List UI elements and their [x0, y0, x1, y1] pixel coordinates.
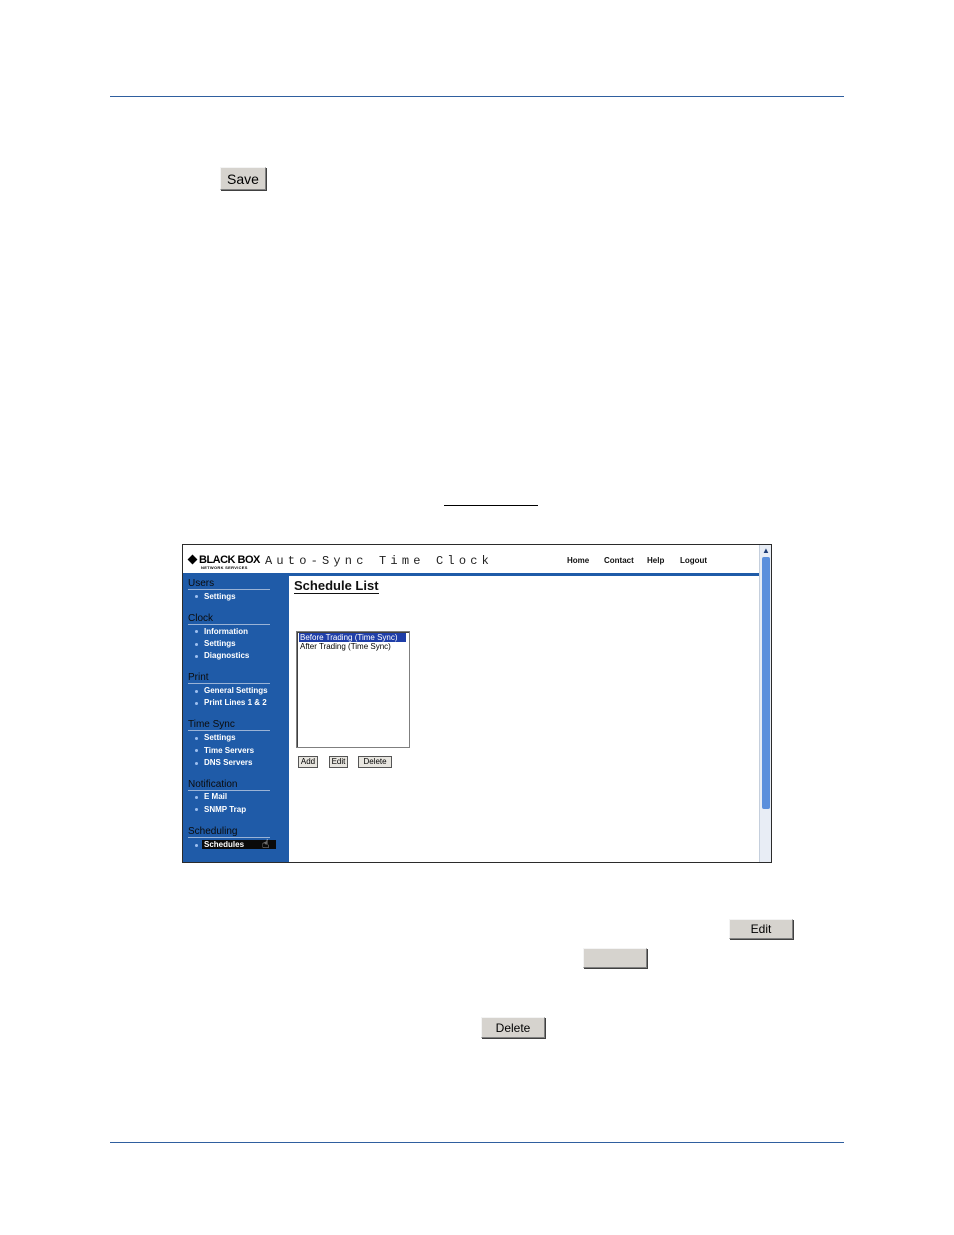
bullet-icon [195, 690, 198, 693]
logo-diamond-icon [187, 554, 198, 565]
sidebar: Users Settings Clock Information Setting… [183, 576, 289, 862]
app-screenshot: BLACK BOX NETWORK SERVICES Auto-Sync Tim… [182, 544, 772, 863]
nav-home[interactable]: Home [567, 556, 589, 565]
list-item[interactable]: After Trading (Time Sync) [299, 642, 406, 651]
bullet-icon [195, 808, 198, 811]
section-timesync: Time Sync [188, 720, 270, 731]
page-title: Schedule List [294, 578, 379, 594]
bullet-icon [195, 749, 198, 752]
app-header: BLACK BOX NETWORK SERVICES Auto-Sync Tim… [183, 545, 759, 576]
blank-button[interactable] [583, 948, 647, 968]
sidebar-item-clock-settings[interactable]: Settings [204, 639, 236, 648]
hand-cursor-icon: ☝ [262, 837, 270, 851]
save-button[interactable]: Save [220, 167, 266, 190]
sidebar-item-email[interactable]: E Mail [204, 792, 227, 801]
section-clock: Clock [188, 614, 270, 625]
list-item[interactable]: Before Trading (Time Sync) [299, 633, 406, 642]
logo-subtitle: NETWORK SERVICES [201, 565, 248, 570]
sidebar-item-timesync-servers[interactable]: Time Servers [204, 746, 254, 755]
sidebar-item-timesync-dns[interactable]: DNS Servers [204, 758, 252, 767]
scroll-up-icon[interactable]: ▲ [761, 546, 771, 556]
main-content: Schedule List Before Trading (Time Sync)… [289, 576, 759, 862]
bullet-icon [195, 737, 198, 740]
delete-button-small[interactable]: Delete [358, 756, 392, 768]
section-users: Users [188, 579, 270, 590]
nav-help[interactable]: Help [647, 556, 664, 565]
blank-underline [444, 505, 538, 506]
section-print: Print [188, 673, 270, 684]
nav-contact[interactable]: Contact [604, 556, 634, 565]
sidebar-item-snmp[interactable]: SNMP Trap [204, 805, 246, 814]
sidebar-item-users-settings[interactable]: Settings [204, 592, 236, 601]
nav-logout[interactable]: Logout [680, 556, 707, 565]
app-title: Auto-Sync Time Clock [265, 554, 494, 568]
bullet-icon [195, 630, 198, 633]
bullet-icon [195, 655, 198, 658]
sidebar-item-clock-information[interactable]: Information [204, 627, 248, 636]
scrollbar[interactable]: ▲ [759, 545, 771, 862]
schedule-listbox[interactable]: Before Trading (Time Sync) After Trading… [296, 631, 410, 748]
add-button[interactable]: Add [298, 756, 318, 768]
bullet-icon [195, 844, 198, 847]
section-scheduling: Scheduling [188, 827, 270, 838]
section-notification: Notification [188, 780, 270, 791]
bullet-icon [195, 702, 198, 705]
delete-button[interactable]: Delete [481, 1017, 545, 1038]
sidebar-item-print-general[interactable]: General Settings [204, 686, 268, 695]
bullet-icon [195, 595, 198, 598]
sidebar-item-timesync-settings[interactable]: Settings [204, 733, 236, 742]
bullet-icon [195, 762, 198, 765]
bullet-icon [195, 643, 198, 646]
edit-button[interactable]: Edit [729, 919, 793, 939]
footer-rule [110, 1142, 844, 1143]
sidebar-item-print-lines[interactable]: Print Lines 1 & 2 [204, 698, 267, 707]
scroll-thumb[interactable] [762, 557, 770, 809]
sidebar-item-clock-diagnostics[interactable]: Diagnostics [204, 651, 249, 660]
edit-button-small[interactable]: Edit [329, 756, 348, 768]
bullet-icon [195, 796, 198, 799]
header-rule [110, 96, 844, 97]
